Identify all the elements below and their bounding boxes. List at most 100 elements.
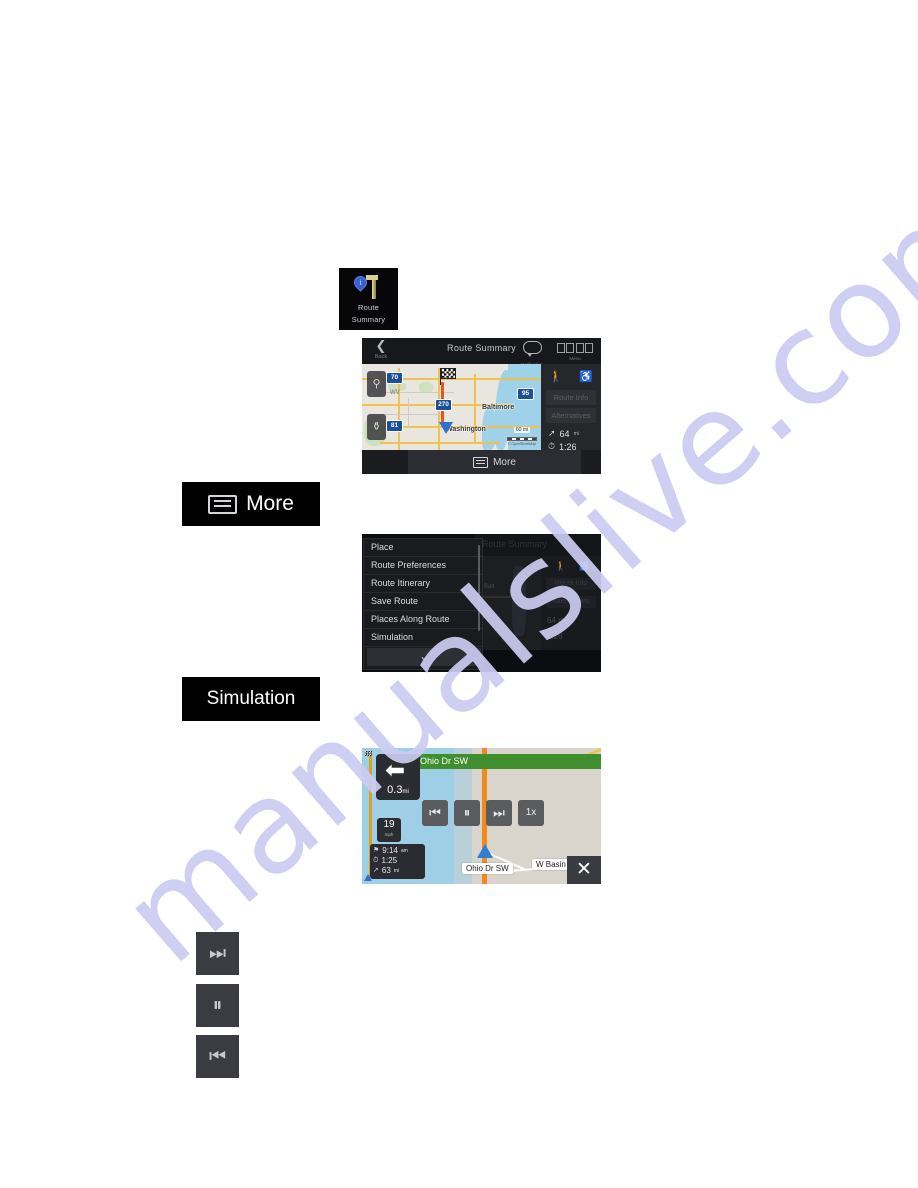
more-callout-button[interactable]: More: [182, 482, 320, 526]
pedestrian-icon[interactable]: 🚶: [549, 371, 563, 383]
route-summary-icon: [350, 273, 386, 300]
route-shield: 81: [386, 420, 403, 432]
arrival-time-value: 9:14: [382, 846, 398, 855]
route-time-value: 1:26: [547, 632, 563, 641]
speed-multiplier-button[interactable]: 1x: [518, 800, 544, 826]
turn-left-icon: ⬅: [385, 757, 406, 784]
speech-bubble-icon: [522, 341, 542, 357]
minor-road: [382, 414, 442, 415]
route-summary-icon-tile[interactable]: Route Summary: [339, 268, 398, 330]
city-label: Was: [482, 614, 494, 620]
menu-item-place[interactable]: Place: [364, 539, 482, 557]
wheelchair-icon[interactable]: ♿: [579, 371, 593, 383]
menu-item-route-preferences[interactable]: Route Preferences: [364, 557, 482, 575]
skip-back-button[interactable]: ⏮: [422, 800, 448, 826]
remaining-time-value: 1:25: [381, 856, 398, 865]
zoom-out-button[interactable]: ⚱: [367, 414, 386, 440]
street-label: Ohio Dr SW: [462, 863, 513, 874]
simulation-callout-button[interactable]: Simulation: [182, 677, 320, 721]
signpost-icon: [365, 275, 378, 299]
arrival-time-unit: am: [400, 848, 408, 854]
street-name-banner-label: Ohio Dr SW: [420, 756, 469, 766]
background-side-rail: 🚶 ♿ Route Info Alternatives 64 mi 1:26: [541, 556, 601, 650]
more-menu-screenshot: Route Summary Balt Was 🚶 ♿ Route Info Al…: [362, 534, 601, 672]
legend-pause-button[interactable]: ⏸: [196, 984, 239, 1027]
zoom-in-button[interactable]: ⚲: [367, 371, 386, 397]
route-summary-screenshot: ❮ Back Route Summary Notification Menu: [362, 338, 601, 474]
more-menu-panel: Place Route Preferences Route Itinerary …: [363, 538, 483, 670]
next-turn-card: ⬅ 0.3mi: [376, 754, 420, 800]
route-summary-side-rail: 🚶 ♿ Route Info Alternatives ➚ 64 mi ⏱ 1:…: [541, 364, 601, 452]
menu-scrollbar-thumb[interactable]: [478, 545, 480, 631]
simulation-navigation-screenshot: Ohio Dr SW ⬅ 0.3mi 19 mph ⚑ 9:14 am ⏱ 1:…: [362, 748, 601, 884]
icon-tile-label-line2: Summary: [351, 315, 386, 324]
current-speed-unit: mph: [384, 832, 394, 837]
more-button-label: More: [493, 456, 516, 468]
scale-value: 60 mi: [513, 427, 531, 433]
info-pin-icon: [350, 273, 370, 292]
nav-header: ❮ Back Route Summary Notification Menu: [362, 338, 601, 367]
trip-stats-box[interactable]: ⚑ 9:14 am ⏱ 1:25 ➚ 63 mi: [370, 844, 425, 879]
street-name-banner: Ohio Dr SW: [400, 754, 601, 769]
turn-distance-unit: mi: [402, 789, 409, 795]
more-lines-icon: [208, 494, 238, 514]
icon-tile-label-line1: Route: [357, 303, 379, 312]
more-button[interactable]: More: [408, 450, 581, 474]
route-shield: 70: [386, 372, 403, 384]
remaining-distance-row: ➚ 63 mi: [373, 866, 425, 876]
remaining-distance-unit: mi: [393, 868, 400, 874]
road-line: [474, 374, 476, 444]
arrival-flag-icon: ⚑: [373, 847, 380, 854]
route-shield: 95: [517, 388, 534, 400]
legend-skip-forward-button[interactable]: ⏭: [196, 932, 239, 975]
wheelchair-icon: ♿: [579, 561, 591, 571]
grid-icon: [557, 343, 593, 353]
current-speed-value: 19: [383, 819, 395, 830]
more-bar: More: [362, 450, 601, 474]
background-title: Route Summary: [482, 539, 548, 549]
vehicle-position-arrow: [477, 844, 493, 858]
route-distance-value: 64: [559, 428, 570, 439]
city-label: Balt: [484, 584, 495, 590]
background-header: Route Summary: [474, 534, 601, 556]
more-lines-icon: [473, 456, 489, 468]
menu-item-simulation[interactable]: Simulation: [364, 629, 482, 647]
route-info-button: Route Info: [546, 578, 596, 590]
menu-item-route-itinerary[interactable]: Route Itinerary: [364, 575, 482, 593]
map-copyright: © OpenStreetMap: [507, 442, 537, 446]
background-map: Balt Was: [474, 556, 541, 650]
road-line: [482, 596, 526, 598]
scroll-down-button[interactable]: ⌄: [367, 648, 481, 666]
menu-label: Menu: [569, 356, 581, 361]
menu-item-places-along-route[interactable]: Places Along Route: [364, 611, 482, 629]
scale-bar-graphic: [507, 437, 537, 441]
minor-road: [408, 398, 409, 428]
route-distance-unit: mi: [573, 430, 579, 437]
close-button[interactable]: ✕: [567, 856, 601, 884]
distance-icon: ➚: [373, 867, 379, 874]
menu-button[interactable]: Menu: [557, 343, 593, 361]
menu-item-save-route[interactable]: Save Route: [364, 593, 482, 611]
map-canvas[interactable]: 70 95 270 81 WV Baltimore Washington ⚲ ⚱…: [362, 364, 541, 450]
remaining-time-row: ⏱ 1:25: [373, 856, 425, 866]
turn-distance: 0.3mi: [376, 784, 420, 796]
route-distance: ➚ 64 mi: [541, 426, 601, 439]
destination-flag-icon: [441, 368, 456, 379]
pedestrian-icon: 🚶: [555, 561, 567, 571]
city-label: Baltimore: [482, 404, 515, 411]
arrival-time-row: ⚑ 9:14 am: [373, 846, 425, 856]
back-button-label: Back: [374, 354, 388, 360]
alternatives-button: Alternatives: [546, 596, 596, 608]
distance-icon: ➚: [548, 428, 556, 438]
destination-flag-icon: [365, 751, 372, 756]
remaining-distance-value: 63: [381, 866, 391, 875]
more-callout-label: More: [246, 492, 294, 515]
route-info-button[interactable]: Route Info: [546, 390, 596, 405]
vehicle-position-arrow: [439, 422, 453, 434]
legend-skip-back-button[interactable]: ⏮: [196, 1035, 239, 1078]
alternatives-button[interactable]: Alternatives: [546, 408, 596, 423]
skip-forward-button[interactable]: ⏭: [486, 800, 512, 826]
simulation-callout-label: Simulation: [206, 688, 296, 709]
pause-button[interactable]: ⏸: [454, 800, 480, 826]
route-distance-value: 64 mi: [547, 616, 567, 625]
